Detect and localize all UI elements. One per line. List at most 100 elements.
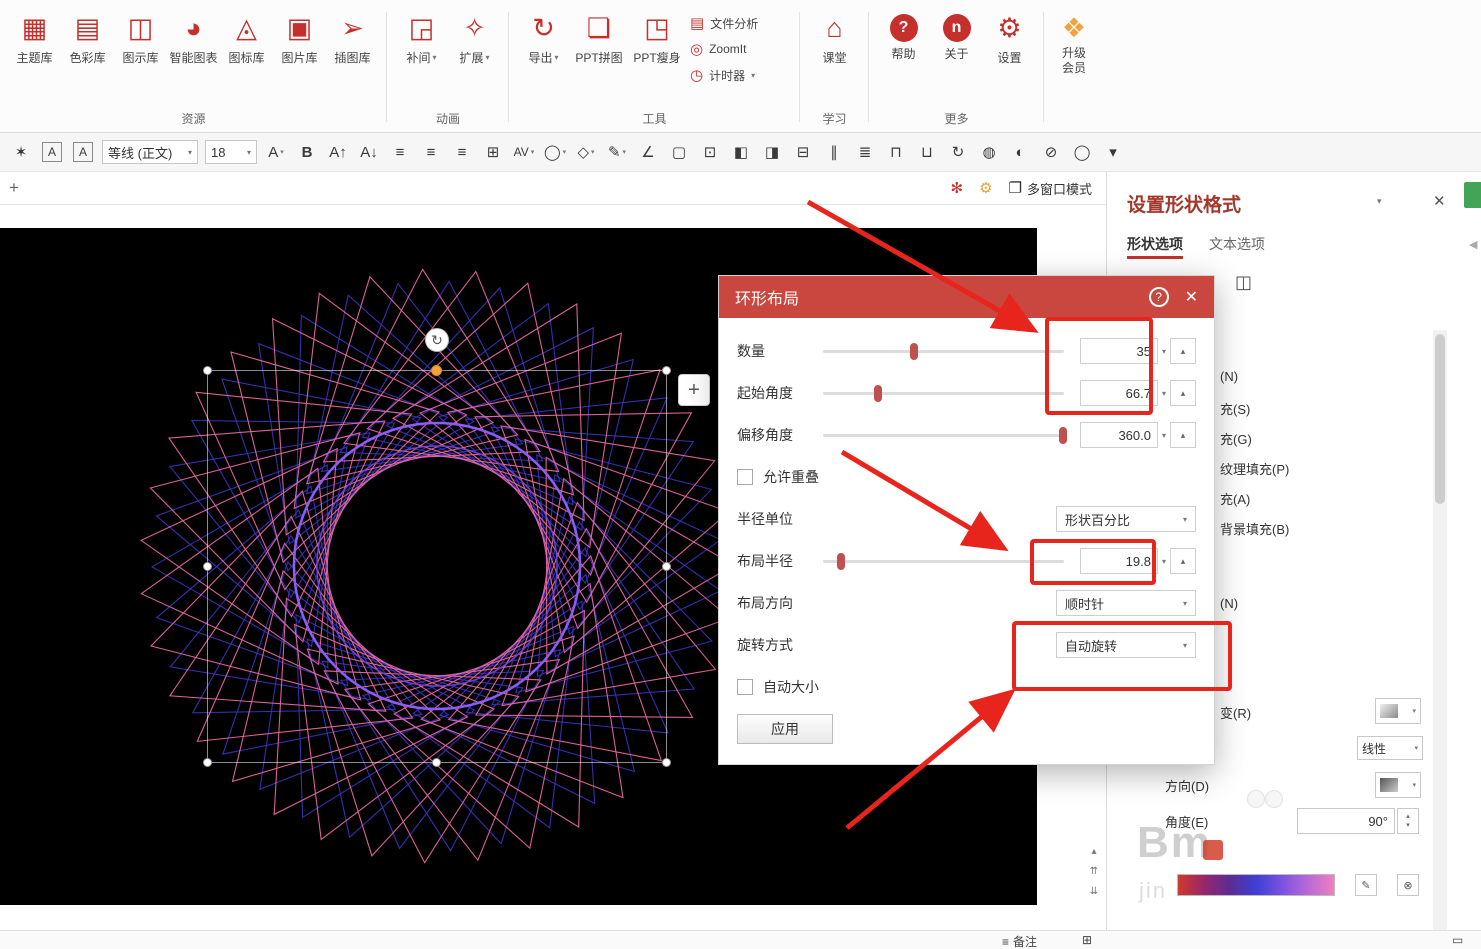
ribbon-button-zoomit[interactable]: ◎ ZoomIt	[690, 40, 788, 58]
rotate-angle-button[interactable]: ∠	[633, 138, 663, 166]
side-pane-toggle-icon[interactable]	[1464, 182, 1481, 208]
collapse-pane-icon[interactable]: ◀	[1469, 238, 1477, 251]
bring-to-front-button[interactable]: ◧	[726, 138, 756, 166]
gradient-type-select[interactable]: 线性▾	[1357, 736, 1423, 760]
start-angle-slider[interactable]	[823, 392, 1064, 395]
previous-slide-button[interactable]: ⇈	[1086, 863, 1102, 879]
gradient-stop-add-icon[interactable]: ✎	[1355, 874, 1377, 896]
chevron-down-icon[interactable]: ▾	[1162, 431, 1166, 440]
offset-angle-slider[interactable]	[823, 434, 1064, 437]
layout-direction-select[interactable]: 顺时针 ▾	[1056, 590, 1196, 616]
quantity-slider[interactable]	[823, 350, 1064, 353]
gradient-stops-bar[interactable]	[1177, 874, 1335, 896]
fill-option-solid[interactable]: 充(S)	[1220, 399, 1250, 418]
align-objects-button[interactable]: ⊟	[788, 138, 818, 166]
char-border-button[interactable]: A	[37, 138, 67, 166]
slider-handle[interactable]	[1059, 427, 1067, 444]
format-painter-button[interactable]: ✶	[6, 138, 36, 166]
letter-spacing-button[interactable]: AV▾	[509, 138, 539, 166]
bold-button[interactable]: B	[292, 138, 322, 166]
ribbon-button-tween[interactable]: ◲ 补间▾	[395, 4, 448, 108]
new-slide-button[interactable]: +	[0, 178, 28, 198]
quantity-input[interactable]	[1080, 338, 1158, 364]
selection-handle[interactable]	[203, 366, 212, 375]
selection-handle[interactable]	[662, 562, 671, 571]
crop-tool-button[interactable]: ⊡	[695, 138, 725, 166]
apply-button[interactable]: 应用	[737, 714, 833, 744]
fill-option-gradient[interactable]: 充(G)	[1220, 429, 1252, 448]
distribute-justify-button[interactable]: ⊞	[478, 138, 508, 166]
close-icon[interactable]: ✕	[1433, 192, 1446, 210]
quick-settings-button[interactable]: ⚙	[979, 179, 992, 197]
rotation-mode-select[interactable]: 自动旋转 ▾	[1056, 632, 1196, 658]
tab-text-options[interactable]: 文本选项	[1209, 234, 1265, 254]
increase-font-button[interactable]: A↑	[323, 138, 353, 166]
ribbon-button-ppt-puzzle[interactable]: ❏ PPT拼图	[570, 4, 628, 108]
ribbon-button-extend[interactable]: ✧ 扩展▾	[448, 4, 501, 108]
slider-handle[interactable]	[910, 343, 918, 360]
fill-option-texture[interactable]: 纹理填充(P)	[1220, 459, 1289, 478]
chevron-down-icon[interactable]: ▾	[1162, 347, 1166, 356]
chevron-down-icon[interactable]: ▾	[1162, 389, 1166, 398]
dialog-titlebar[interactable]: 环形布局 ? ✕	[719, 276, 1214, 318]
ribbon-button-ppt-slim[interactable]: ◳ PPT瘦身	[628, 4, 686, 108]
allow-overlap-checkbox[interactable]	[737, 469, 753, 485]
close-icon[interactable]: ✕	[1185, 287, 1198, 307]
layout-radius-slider[interactable]	[823, 560, 1064, 563]
ribbon-button-settings[interactable]: ⚙ 设置	[983, 4, 1036, 108]
resize-handle-icon[interactable]: ▭	[1452, 933, 1463, 947]
preset-gradient-select[interactable]: ▾	[1375, 698, 1421, 724]
ribbon-button-timer[interactable]: ◷ 计时器 ▾	[690, 66, 788, 84]
oval-tool-button[interactable]: ◯	[1067, 138, 1097, 166]
ribbon-button-about[interactable]: n 关于	[930, 4, 983, 108]
selection-bounding-box[interactable]: ↻	[207, 370, 667, 763]
quick-add-button[interactable]: +	[678, 374, 710, 406]
layout-radius-input[interactable]	[1080, 548, 1158, 574]
slider-handle[interactable]	[837, 553, 845, 570]
beautify-button[interactable]: ✻	[951, 179, 964, 197]
chevron-down-icon[interactable]: ▾	[1162, 557, 1166, 566]
angle-spinner[interactable]: ▴▾	[1397, 808, 1419, 834]
tab-shape-options[interactable]: 形状选项	[1127, 234, 1183, 254]
merge-shapes-button[interactable]: ◍	[974, 138, 1004, 166]
ribbon-button-smart-chart[interactable]: ◕ 智能图表	[167, 4, 220, 108]
offset-angle-input[interactable]	[1080, 422, 1158, 448]
align-left-button[interactable]: ≡	[385, 138, 415, 166]
more-tools-button[interactable]: ▾	[1098, 138, 1128, 166]
rotate-object-button[interactable]: ↻	[943, 138, 973, 166]
radius-unit-select[interactable]: 形状百分比 ▾	[1056, 506, 1196, 532]
fill-option-pattern[interactable]: 充(A)	[1220, 489, 1250, 508]
ribbon-button-theme-library[interactable]: ▦ 主题库	[8, 4, 61, 108]
ribbon-button-illustration-library[interactable]: ➢ 插图库	[326, 4, 379, 108]
ribbon-button-color-library[interactable]: ▤ 色彩库	[61, 4, 114, 108]
selection-handle[interactable]	[203, 562, 212, 571]
fill-option-no-fill[interactable]: (N)	[1220, 369, 1238, 384]
notes-toggle-button[interactable]: ≡ 备注	[1002, 933, 1037, 949]
font-size-select[interactable]: 18▾	[205, 140, 257, 164]
ribbon-button-export[interactable]: ↻ 导出▾	[517, 4, 570, 108]
no-fill-button[interactable]: ⊘	[1036, 138, 1066, 166]
ribbon-button-file-analysis[interactable]: ▤ 文件分析	[690, 14, 788, 32]
selection-handle[interactable]	[662, 366, 671, 375]
multi-window-mode-button[interactable]: ❐ 多窗口模式	[1009, 179, 1092, 198]
select-objects-button[interactable]: ▢	[664, 138, 694, 166]
ribbon-button-classroom[interactable]: ⌂ 课堂	[808, 4, 861, 108]
panel-scrollbar[interactable]	[1433, 330, 1447, 930]
send-to-back-button[interactable]: ◨	[757, 138, 787, 166]
selection-handle[interactable]	[432, 758, 441, 767]
ribbon-button-upgrade-member[interactable]: ❖ 升级 会员	[1044, 0, 1104, 132]
ribbon-button-icon-library[interactable]: ◬ 图标库	[220, 4, 273, 108]
decrease-font-button[interactable]: A↓	[354, 138, 384, 166]
equal-width-button[interactable]: ⊔	[912, 138, 942, 166]
distribute-horizontal-button[interactable]: ∥	[819, 138, 849, 166]
align-right-button[interactable]: ≡	[447, 138, 477, 166]
fill-option-background[interactable]: 背景填充(B)	[1220, 519, 1289, 538]
next-slide-button[interactable]: ⇊	[1086, 883, 1102, 899]
boolean-ops-button[interactable]: ◐	[1005, 138, 1035, 166]
quantity-up-button[interactable]: ▴	[1170, 338, 1196, 364]
distribute-vertical-button[interactable]: ≣	[850, 138, 880, 166]
align-center-button[interactable]: ≡	[416, 138, 446, 166]
layout-radius-up-button[interactable]: ▴	[1170, 548, 1196, 574]
scroll-up-button[interactable]: ▴	[1086, 843, 1102, 859]
auto-size-checkbox[interactable]	[737, 679, 753, 695]
